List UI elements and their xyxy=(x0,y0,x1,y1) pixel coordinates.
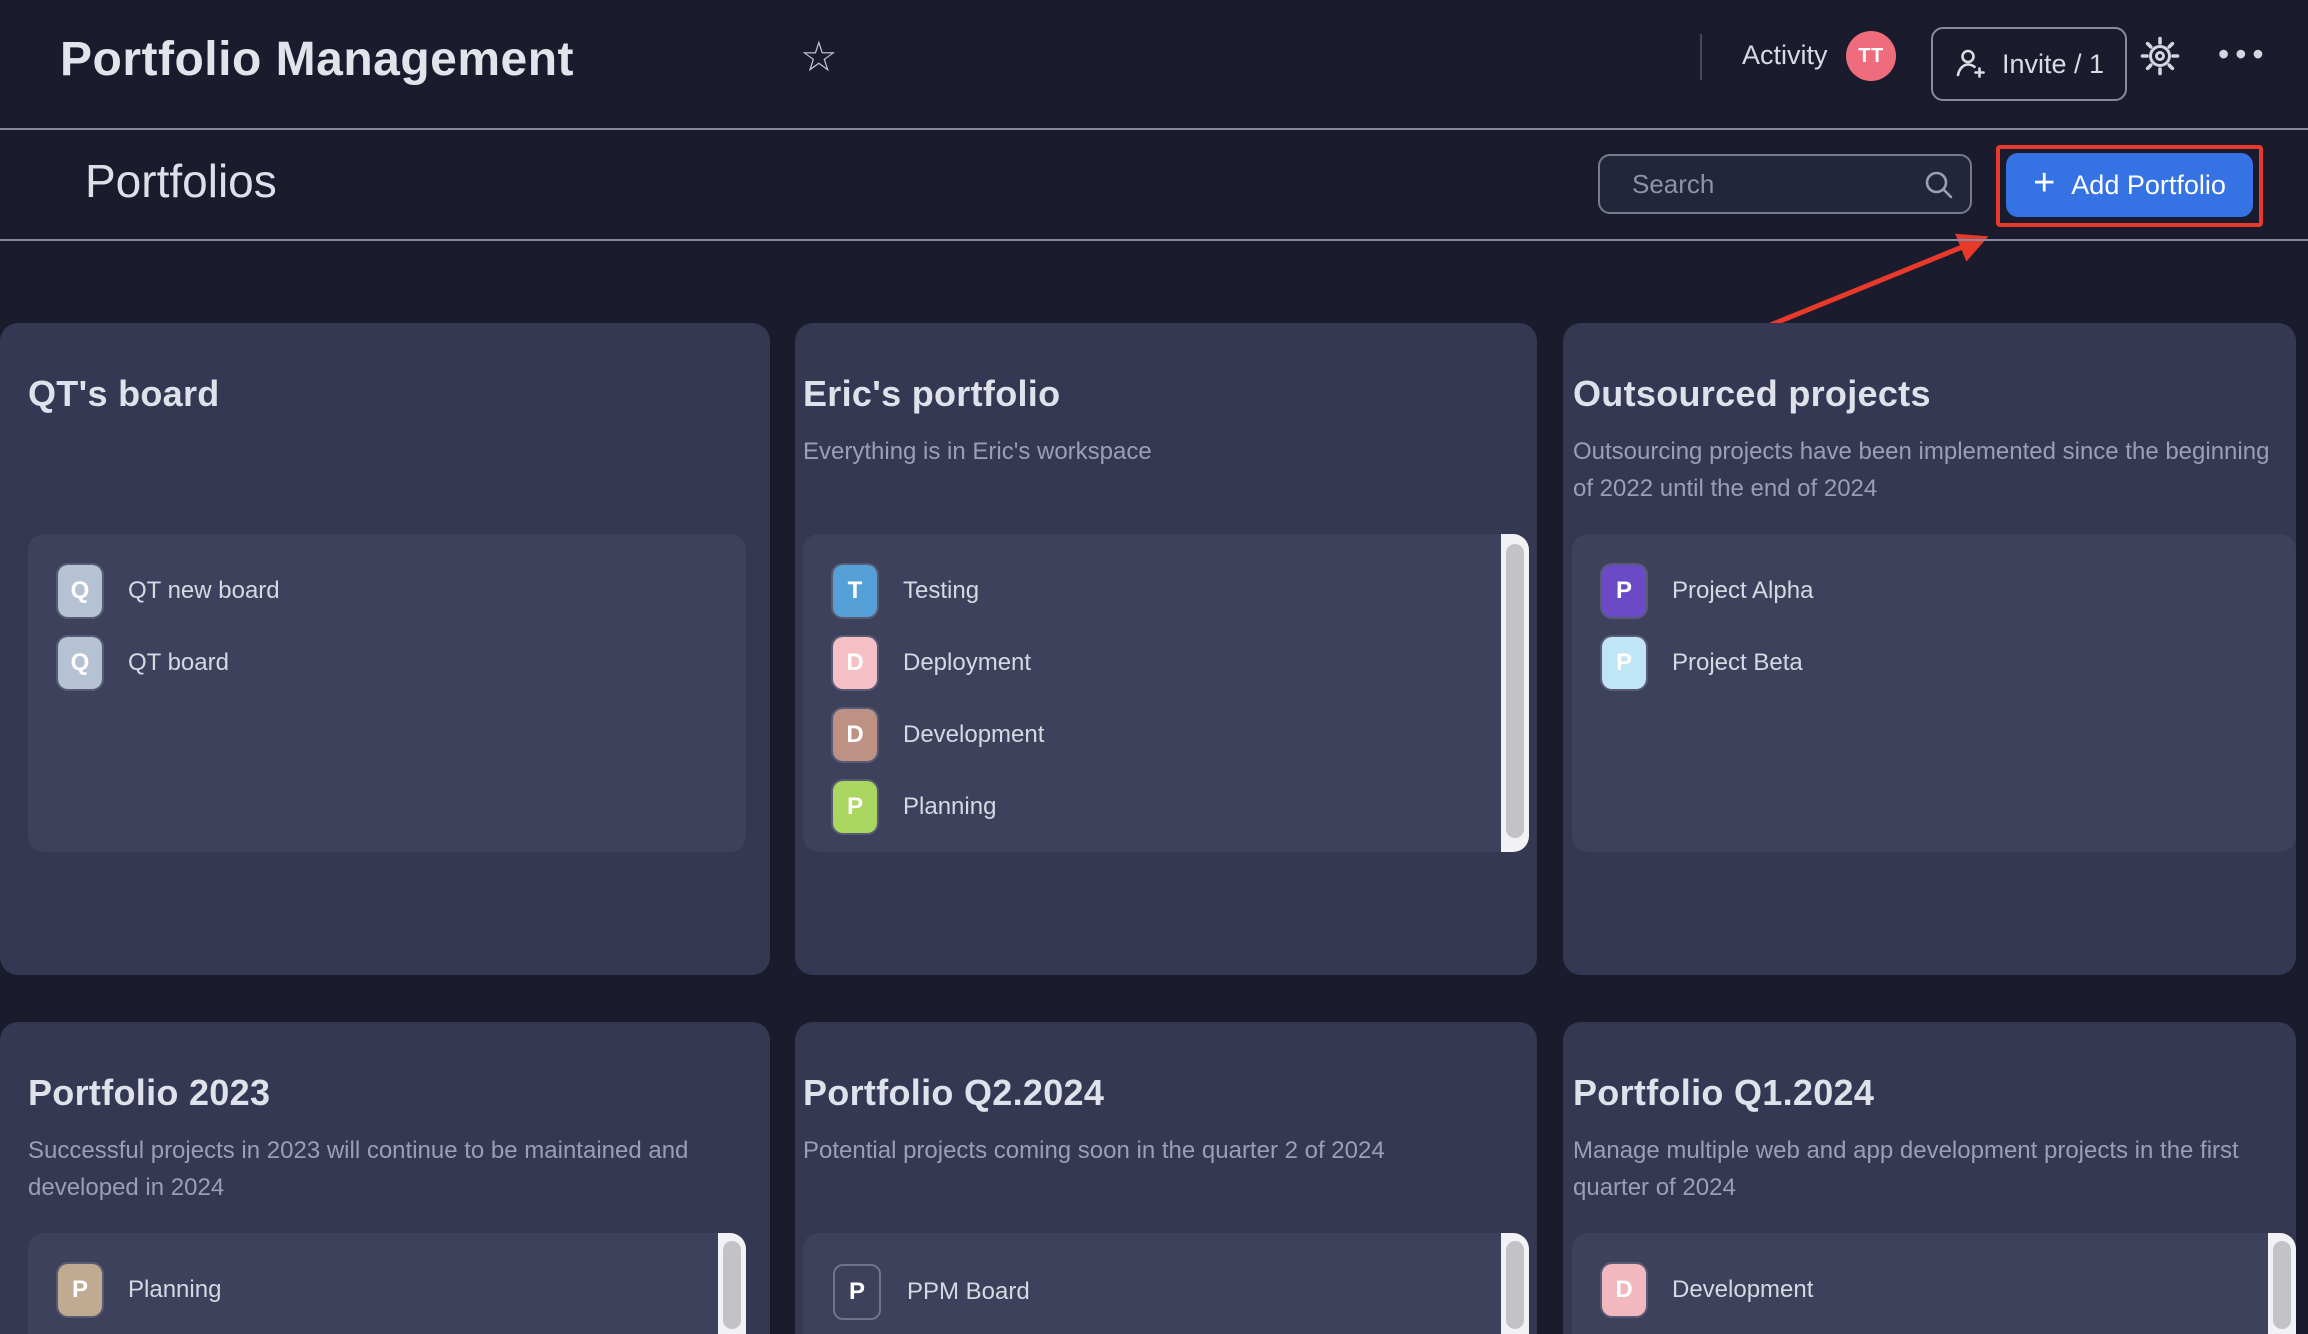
invite-label: Invite / 1 xyxy=(2002,49,2104,80)
scrollbar-thumb[interactable] xyxy=(2273,1241,2291,1329)
scrollbar-thumb[interactable] xyxy=(1506,544,1524,838)
board-icon: T xyxy=(833,565,877,617)
portfolio-card-2023[interactable]: Portfolio 2023 Successful projects in 20… xyxy=(0,1022,770,1334)
add-portfolio-button[interactable]: + Add Portfolio xyxy=(2006,153,2253,217)
scrollbar[interactable] xyxy=(1501,1233,1529,1334)
board-item[interactable]: D Development xyxy=(833,709,1489,761)
favorite-star-icon[interactable]: ☆ xyxy=(800,32,838,81)
board-item[interactable]: P PPM Board xyxy=(833,1264,1489,1320)
board-item[interactable]: T Testing xyxy=(833,565,1489,617)
board-icon: P xyxy=(1602,565,1646,617)
board-icon: P xyxy=(58,1264,102,1316)
board-list-panel: P PPM Board xyxy=(803,1233,1529,1334)
board-icon: Q xyxy=(58,565,102,617)
board-icon: P xyxy=(833,781,877,833)
card-description: Successful projects in 2023 will continu… xyxy=(28,1132,728,1206)
board-label: PPM Board xyxy=(907,1278,1030,1306)
settings-gear-icon[interactable] xyxy=(2138,34,2182,81)
card-description: Manage multiple web and app development … xyxy=(1573,1132,2273,1206)
card-description: Outsourcing projects have been implement… xyxy=(1573,433,2273,507)
person-add-icon xyxy=(1954,47,1988,81)
portfolio-card-qts-board[interactable]: QT's board Q QT new board Q QT board xyxy=(0,323,770,975)
card-title: Portfolio Q2.2024 xyxy=(803,1072,1537,1114)
card-description: Potential projects coming soon in the qu… xyxy=(803,1132,1503,1169)
board-item[interactable]: D Deployment xyxy=(833,637,1489,689)
board-label: Development xyxy=(1672,1276,1813,1304)
board-list-panel: D Development xyxy=(1572,1233,2296,1334)
plus-icon: + xyxy=(2033,164,2055,202)
scrollbar[interactable] xyxy=(1501,534,1529,852)
search-input[interactable] xyxy=(1598,154,1972,214)
board-icon: D xyxy=(833,637,877,689)
board-item[interactable]: Q QT board xyxy=(58,637,706,689)
card-title: Portfolio Q1.2024 xyxy=(1573,1072,2296,1114)
board-item[interactable]: D Development xyxy=(1602,1264,2256,1316)
add-portfolio-label: Add Portfolio xyxy=(2071,170,2226,201)
card-title: Eric's portfolio xyxy=(803,373,1537,415)
board-list: D Development xyxy=(1602,1264,2256,1316)
app-title: Portfolio Management xyxy=(60,30,574,90)
scrollbar[interactable] xyxy=(718,1233,746,1334)
scrollbar[interactable] xyxy=(2268,1233,2296,1334)
portfolio-card-q2-2024[interactable]: Portfolio Q2.2024 Potential projects com… xyxy=(795,1022,1537,1334)
board-list: Q QT new board Q QT board xyxy=(58,565,706,689)
portfolio-management-app: Portfolio Management ☆ Activity TT Invit… xyxy=(0,0,2308,1334)
board-list-panel: Q QT new board Q QT board xyxy=(28,534,746,852)
board-icon: D xyxy=(833,709,877,761)
board-label: Project Beta xyxy=(1672,649,1803,677)
header-bottom-divider xyxy=(0,128,2308,130)
board-label: QT new board xyxy=(128,577,280,605)
board-list-panel: P Planning xyxy=(28,1233,746,1334)
board-label: QT board xyxy=(128,649,229,677)
card-title: QT's board xyxy=(28,373,770,415)
board-item[interactable]: Q QT new board xyxy=(58,565,706,617)
board-item[interactable]: P Project Alpha xyxy=(1602,565,2256,617)
board-label: Planning xyxy=(903,793,996,821)
scrollbar-thumb[interactable] xyxy=(1506,1241,1524,1329)
board-list-panel: P Project Alpha P Project Beta xyxy=(1572,534,2296,852)
board-list: P PPM Board xyxy=(833,1264,1489,1320)
board-icon: D xyxy=(1602,1264,1646,1316)
activity-button[interactable]: Activity xyxy=(1742,40,1828,71)
avatar[interactable]: TT xyxy=(1846,31,1896,81)
portfolio-card-erics-portfolio[interactable]: Eric's portfolio Everything is in Eric's… xyxy=(795,323,1537,975)
portfolio-card-outsourced-projects[interactable]: Outsourced projects Outsourcing projects… xyxy=(1563,323,2296,975)
board-label: Planning xyxy=(128,1276,221,1304)
board-label: Project Alpha xyxy=(1672,577,1813,605)
toolbar-bottom-divider xyxy=(0,239,2308,241)
scrollbar-thumb[interactable] xyxy=(723,1241,741,1329)
card-description: Everything is in Eric's workspace xyxy=(803,433,1503,470)
board-list: T Testing D Deployment D Development P P… xyxy=(833,565,1489,833)
board-list: P Planning xyxy=(58,1264,706,1316)
invite-button[interactable]: Invite / 1 xyxy=(1931,27,2127,101)
board-item[interactable]: P Project Beta xyxy=(1602,637,2256,689)
board-list-panel: T Testing D Deployment D Development P P… xyxy=(803,534,1529,852)
board-item[interactable]: P Planning xyxy=(58,1264,706,1316)
board-label: Deployment xyxy=(903,649,1031,677)
header-divider xyxy=(1700,34,1702,80)
portfolio-card-q1-2024[interactable]: Portfolio Q1.2024 Manage multiple web an… xyxy=(1563,1022,2296,1334)
more-options-icon[interactable]: ••• xyxy=(2218,36,2270,73)
card-title: Outsourced projects xyxy=(1573,373,2296,415)
board-label: Development xyxy=(903,721,1044,749)
board-icon: Q xyxy=(58,637,102,689)
board-icon: P xyxy=(833,1264,881,1320)
card-title: Portfolio 2023 xyxy=(28,1072,770,1114)
page-title: Portfolios xyxy=(85,154,277,208)
board-icon: P xyxy=(1602,637,1646,689)
board-item[interactable]: P Planning xyxy=(833,781,1489,833)
board-list: P Project Alpha P Project Beta xyxy=(1602,565,2256,689)
board-label: Testing xyxy=(903,577,979,605)
